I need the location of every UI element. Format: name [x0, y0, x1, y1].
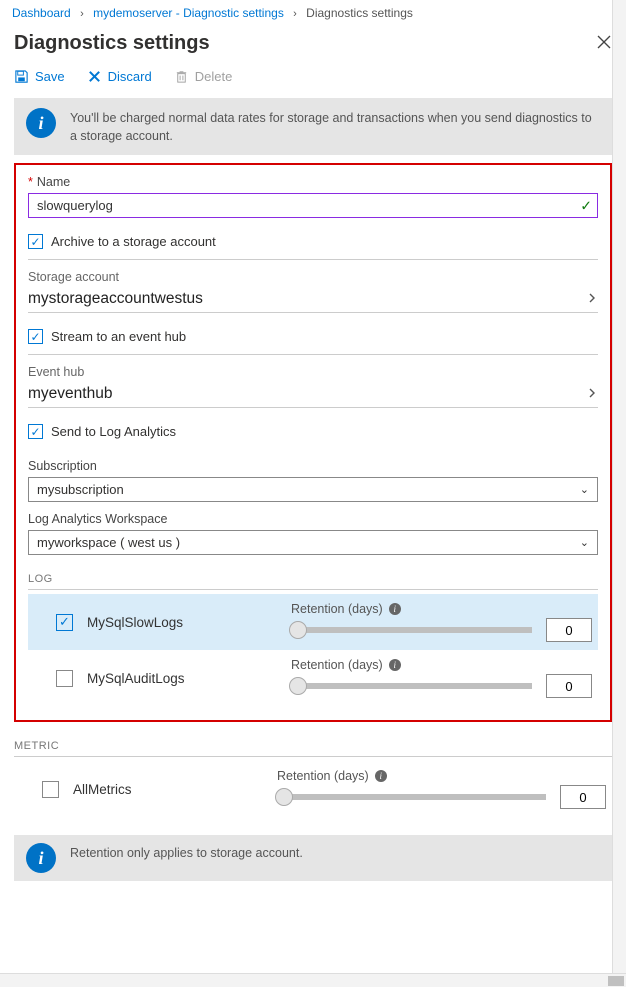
chevron-right-icon: ›	[80, 8, 84, 20]
info-icon[interactable]: i	[389, 659, 401, 671]
log-item-mysqlslowlogs: MySqlSlowLogs Retention (days)i	[28, 594, 598, 650]
log-item-mysqlauditlogs: MySqlAuditLogs Retention (days)i	[28, 650, 598, 706]
toolbar: Save Discard Delete	[0, 65, 626, 98]
name-input[interactable]	[28, 193, 598, 218]
horizontal-scrollbar[interactable]	[0, 973, 626, 987]
breadcrumb-parent[interactable]: mydemoserver - Diagnostic settings	[93, 6, 284, 20]
info-icon: i	[26, 108, 56, 138]
delete-icon	[174, 69, 189, 84]
info-banner-charges: i You'll be charged normal data rates fo…	[14, 98, 612, 155]
subscription-dropdown[interactable]: mysubscription ⌄	[28, 477, 598, 502]
workspace-dropdown[interactable]: myworkspace ( west us ) ⌄	[28, 530, 598, 555]
chevron-down-icon: ⌄	[580, 536, 589, 549]
subscription-label: Subscription	[28, 459, 598, 473]
chevron-right-icon: ›	[293, 8, 297, 20]
retention-slider[interactable]	[277, 794, 546, 800]
metric-item-allmetrics: AllMetrics Retention (days)i	[14, 761, 612, 817]
discard-icon	[87, 69, 102, 84]
log-analytics-label: Send to Log Analytics	[51, 424, 176, 439]
save-icon	[14, 69, 29, 84]
log-section-header: LOG	[28, 573, 598, 585]
breadcrumb: Dashboard › mydemoserver - Diagnostic se…	[0, 0, 626, 26]
info-icon: i	[26, 843, 56, 873]
eventhub-label: Stream to an event hub	[51, 329, 186, 344]
event-hub-selector[interactable]: Event hub myeventhub	[28, 355, 598, 408]
delete-button: Delete	[174, 69, 233, 84]
log-analytics-checkbox[interactable]	[28, 424, 43, 439]
validation-check-icon: ✓	[580, 197, 592, 214]
log-item-checkbox[interactable]	[56, 670, 73, 687]
retention-input[interactable]	[546, 674, 592, 698]
eventhub-checkbox[interactable]	[28, 329, 43, 344]
storage-account-selector[interactable]: Storage account mystorageaccountwestus	[28, 260, 598, 313]
log-item-checkbox[interactable]	[56, 614, 73, 631]
retention-input[interactable]	[546, 618, 592, 642]
archive-label: Archive to a storage account	[51, 234, 216, 249]
retention-slider[interactable]	[291, 683, 532, 689]
close-button[interactable]	[596, 34, 612, 53]
info-banner-retention: i Retention only applies to storage acco…	[14, 835, 612, 881]
vertical-scrollbar[interactable]	[612, 0, 626, 973]
retention-slider[interactable]	[291, 627, 532, 633]
chevron-right-icon	[586, 292, 598, 307]
chevron-down-icon: ⌄	[580, 483, 589, 496]
info-icon[interactable]: i	[389, 603, 401, 615]
info-icon[interactable]: i	[375, 770, 387, 782]
retention-input[interactable]	[560, 785, 606, 809]
highlighted-config-area: *Name ✓ Archive to a storage account Sto…	[14, 163, 612, 722]
chevron-right-icon	[586, 387, 598, 402]
metric-section-header: METRIC	[14, 740, 612, 752]
name-label: *Name	[28, 175, 598, 189]
breadcrumb-root[interactable]: Dashboard	[12, 6, 71, 20]
breadcrumb-current: Diagnostics settings	[306, 6, 413, 20]
save-button[interactable]: Save	[14, 69, 65, 84]
archive-checkbox[interactable]	[28, 234, 43, 249]
discard-button[interactable]: Discard	[87, 69, 152, 84]
page-title: Diagnostics settings	[14, 32, 210, 55]
metric-item-checkbox[interactable]	[42, 781, 59, 798]
workspace-label: Log Analytics Workspace	[28, 512, 598, 526]
